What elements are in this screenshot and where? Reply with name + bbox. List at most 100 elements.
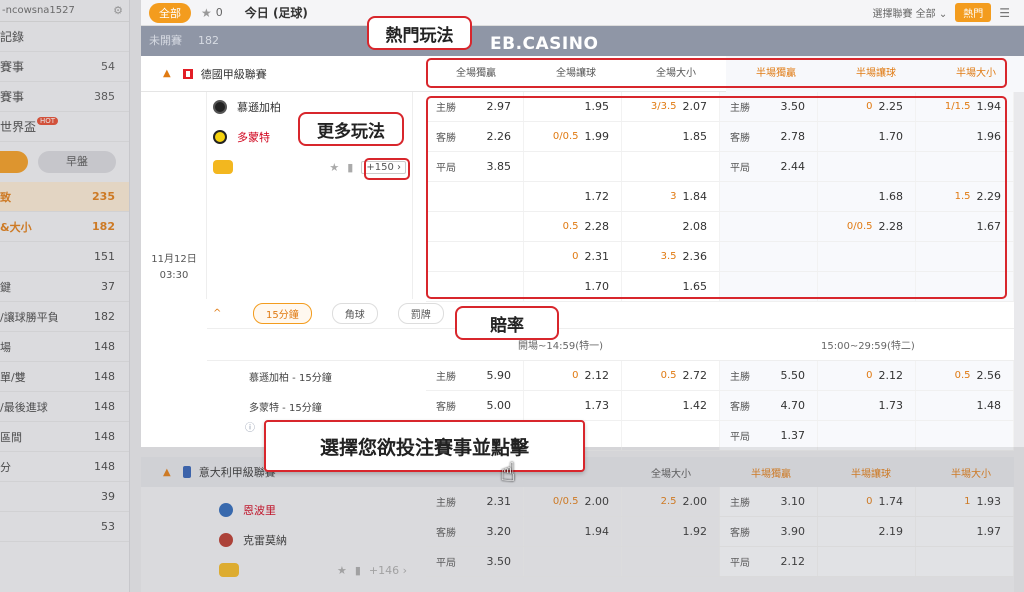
sidebar-item[interactable]: 賽事 385	[0, 82, 129, 112]
odds-cell[interactable]: 1.73	[524, 391, 622, 420]
sidebar-market-item[interactable]: 單/雙 148	[0, 362, 129, 392]
odds-cell[interactable]: 0 2.12	[818, 361, 916, 390]
toggle-today[interactable]	[0, 151, 28, 173]
sidebar-market-count: 148	[94, 430, 115, 443]
sidebar-market-item[interactable]: /讓球勝平負 182	[0, 302, 129, 332]
odds-cell[interactable]: 1.48	[916, 391, 1014, 420]
sidebar-market-item[interactable]: 分 148	[0, 452, 129, 482]
odds-cell[interactable]: 1.73	[818, 391, 916, 420]
league2-column-header[interactable]: 半場讓球	[821, 465, 921, 480]
league2-more-button[interactable]: +146 ›	[369, 564, 407, 577]
odds-cell[interactable]: 主勝 2.31	[426, 487, 524, 516]
sidebar-market-item[interactable]: 151	[0, 242, 129, 272]
sidebar-item[interactable]: 世界盃 HOT	[0, 112, 129, 142]
username: -ncowsna1527	[2, 4, 75, 16]
sidebar-market-count: 182	[92, 220, 115, 233]
odds-cell[interactable]: 1.92	[622, 517, 720, 546]
odds-cell[interactable]: 客勝 4.70	[720, 391, 818, 420]
more-markets-highlight	[364, 158, 410, 180]
outcome-label: 主勝	[436, 498, 456, 509]
odds-cell[interactable]: 客勝 5.00	[426, 391, 524, 420]
odds-cell[interactable]: 平局 1.37	[720, 421, 818, 450]
germany-flag-icon	[182, 68, 193, 79]
odds-cell[interactable]: 2.5 2.00	[622, 487, 720, 516]
league2-column-header[interactable]: 半場獨贏	[721, 465, 821, 480]
sidebar-market-item[interactable]: 場 148	[0, 332, 129, 362]
sidebar-market-item[interactable]: 致 235	[0, 182, 129, 212]
odds-cell[interactable]: 0.5 2.72	[622, 361, 720, 390]
odds-cell[interactable]: 客勝 3.90	[720, 517, 818, 546]
hand-pointer-icon: ☝	[500, 458, 516, 488]
odds-value: 3.20	[486, 525, 512, 538]
sidebar-market-item[interactable]: 區間 148	[0, 422, 129, 452]
league2-more-label: +146	[368, 563, 400, 577]
odds-cell[interactable]: 0/0.5 2.00	[524, 487, 622, 516]
league2-away-team[interactable]: 克雷莫納	[213, 525, 413, 555]
league2.rows-row: 平局 3.50 平局 2.12	[426, 547, 1014, 577]
caret-up-icon[interactable]: ^	[213, 308, 233, 319]
list-icon[interactable]: ☰	[999, 6, 1010, 20]
odds-cell[interactable]: 平局 3.50	[426, 547, 524, 576]
outcome-label: 客勝	[436, 528, 456, 539]
league2-home-team[interactable]: 恩波里	[213, 495, 413, 525]
odds-cell[interactable]: 2.19	[818, 517, 916, 546]
sidebar-market-item[interactable]: /最後進球 148	[0, 392, 129, 422]
caret-up-icon[interactable]: ▲	[163, 68, 171, 79]
odds-cell[interactable]: 主勝 5.50	[720, 361, 818, 390]
odds-cell[interactable]: 平局 2.12	[720, 547, 818, 576]
odds-cell[interactable]: 0 2.12	[524, 361, 622, 390]
league1.sub_rows-row: 主勝 5.90 0 2.12 0.5 2.72 主勝 5.50 0 2.12 0.5 2.56	[426, 361, 1014, 391]
gear-icon[interactable]: ⚙	[113, 0, 123, 22]
away-team-logo-icon	[213, 130, 227, 144]
sidebar-market-count: 148	[94, 400, 115, 413]
odds-cell[interactable]: 客勝 3.20	[426, 517, 524, 546]
odds-cell[interactable]: 1.42	[622, 391, 720, 420]
odds-cell[interactable]: 0 1.74	[818, 487, 916, 516]
tab-15min[interactable]: 15分鐘	[253, 303, 312, 324]
stats-icon[interactable]: ▮	[347, 161, 353, 174]
sidebar-market-count: 182	[94, 310, 115, 323]
tab-corners[interactable]: 角球	[331, 303, 378, 324]
sidebar-market-item[interactable]: &大小 182	[0, 212, 129, 242]
odds-cell[interactable]: 1 1.93	[916, 487, 1014, 516]
league2-column-header[interactable]: 全場大小	[621, 465, 721, 480]
odds-cell	[622, 547, 720, 576]
all-button[interactable]: 全部	[149, 2, 191, 23]
sidebar-market-label: /最後進球	[0, 400, 48, 414]
sidebar-market-count: 53	[101, 520, 115, 533]
sidebar-market-item[interactable]: 39	[0, 482, 129, 512]
sidebar-item-text: 賽事	[0, 90, 25, 104]
odds-cell[interactable]: 主勝 5.90	[426, 361, 524, 390]
caret-up-icon[interactable]: ▲	[163, 467, 171, 478]
odds-value: 2.00	[584, 495, 610, 508]
sidebar-market-label: 場	[0, 340, 11, 354]
sidebar-item-text: 賽事	[0, 60, 25, 74]
odds-cell[interactable]: 0.5 2.56	[916, 361, 1014, 390]
odds-cell[interactable]: 1.94	[524, 517, 622, 546]
odds-value: 2.31	[486, 495, 512, 508]
star-icon[interactable]: ★	[201, 6, 212, 20]
hot-button[interactable]: 熱門	[955, 3, 992, 22]
league-select[interactable]: 選擇聯賽 全部 ⌄	[872, 5, 947, 20]
sidebar-item[interactable]: 賽事 54	[0, 52, 129, 82]
hot-badge: HOT	[37, 116, 59, 125]
odds-value: 1.74	[878, 495, 904, 508]
star-icon[interactable]: ★	[337, 564, 347, 577]
sidebar-market-item[interactable]: 鍵 37	[0, 272, 129, 302]
star-icon[interactable]: ★	[329, 161, 339, 174]
info-icon[interactable]: ⓘ	[245, 419, 255, 434]
sidebar-market-label: &大小	[0, 220, 32, 234]
odds-cell[interactable]: 主勝 3.10	[720, 487, 818, 516]
stats-icon[interactable]: ▮	[355, 564, 361, 577]
sidebar-market-label: 區間	[0, 430, 22, 444]
odds-cell[interactable]: 1.97	[916, 517, 1014, 546]
league-name: 德國甲級聯賽	[200, 67, 267, 81]
league2-column-headers: 全場大小 半場獨贏 半場讓球 半場大小	[621, 465, 1021, 480]
toggle-early[interactable]: 早盤	[38, 151, 116, 173]
handicap-line: 0/0.5	[552, 496, 579, 507]
tab-cards[interactable]: 罰牌	[397, 303, 444, 324]
league2-column-header[interactable]: 半場大小	[921, 465, 1021, 480]
sidebar-market-item[interactable]: 53	[0, 512, 129, 542]
sidebar-item[interactable]: 記錄	[0, 22, 129, 52]
handicap-line: 0	[866, 496, 873, 507]
